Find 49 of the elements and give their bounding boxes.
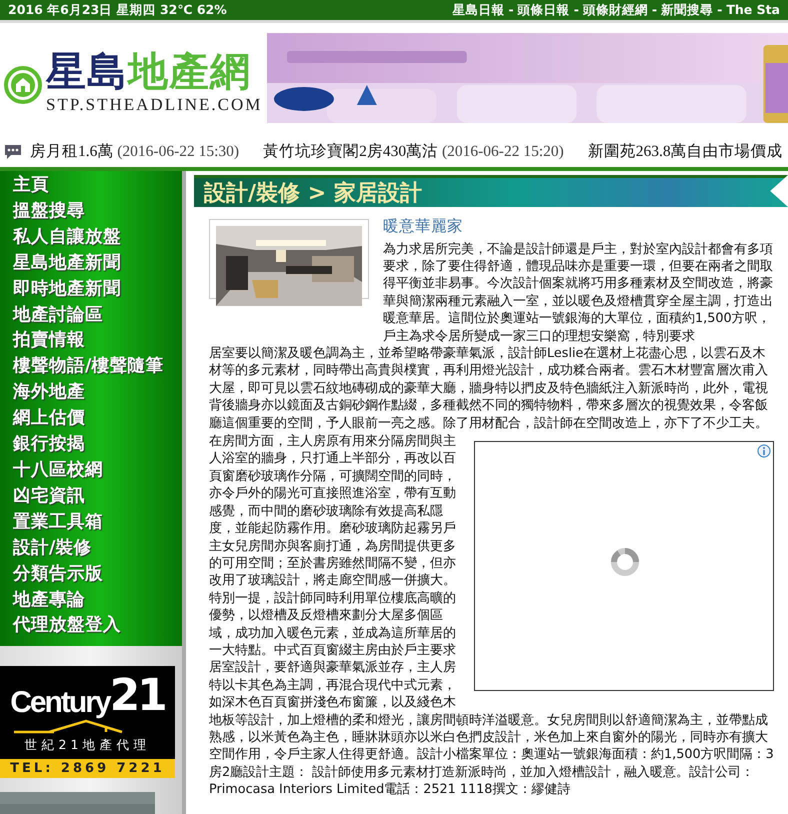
sidebar-link[interactable]: 凶宅資訊 — [0, 484, 182, 510]
century-ad-panel[interactable]: Century21 世紀21地產代理 TEL: 2869 7221 — [0, 666, 175, 778]
brand-number-text: 21 — [110, 674, 165, 718]
sidebar-link[interactable]: 代理放盤登入 — [0, 613, 182, 640]
brand-name-text: Century — [10, 688, 110, 718]
site-logo-title[interactable]: 星島地產網 — [46, 52, 262, 92]
sidebar-link[interactable]: 網上估價 — [0, 406, 182, 432]
article-text: 在房間方面，主人房原有用來分隔房間與主人浴室的牆身，只打通上半部分，再改以百頁窗磨砂玻璃作分隔，可擴闊空間的同時，亦令戶外的陽光可直接照進浴室，帶有互動感覺，而中間的磨砂玻璃除有效提高私隱度，並能起防霧作用。磨砂玻璃防起霧另戶主女兒房間亦與客廁打通，為房間提供更多的可用空間；至於書房雖然間隔不變，但亦改用了玻璃設計，將走廊空間感一併擴大。特別一提，設計師同時利用單位樓底高曠的優勢，以燈槽及反燈槽來劃分大屋多個區域，成功加入暖色元素，並成為這所華居的一大特點。中式百頁窗綴主房由於戶主要求居室設計，要舒適與豪華氣派並存，主人房特以卡其色為主調，再混合現代中式元素，如深木色百頁窗拼淺色布窗簾，以及綫色木 — [209, 433, 457, 712]
separator-text: - — [652, 0, 658, 19]
article-text: 居室要以簡潔及暖色調為主，並希望略帶豪華氣派，設計師Leslie在選材上花盡心思，以雲石及木材等的多元素材，同時帶出高貴與樸實，再利用燈光設計，成功糅合兩者。雲石木材豐富層次甫入大屋，即可見以雲石紋地磚砌成的豪華大廳，牆身特以捫皮及特色牆紙注入新派時尚，此外，電視背後牆身亦以鏡面及古銅砂鋼作點綴，多種截然不同的獨特物料，帶來多層次的視覺效果，令客飯廳這個重要的空間，予人眼前一亮之感。除了用材配合，設計師在空間改造上，亦下了不少工夫。 — [209, 345, 769, 432]
ticker-item[interactable]: 新圍苑263.8萬自由市場價成 — [588, 140, 783, 164]
header-link[interactable]: 新聞搜尋 — [661, 0, 714, 20]
header-link[interactable]: 頭條日報 — [518, 0, 570, 20]
ticker-item[interactable]: 黃竹坑珍寶閣2房430萬沽 (2016-06-22 15:20) — [263, 140, 564, 164]
separator-text: - — [717, 0, 722, 19]
sidebar-link[interactable]: 即時地產新聞 — [0, 276, 182, 303]
article-title: 暖意華麗家 — [383, 217, 464, 236]
sidebar-link[interactable]: 地產專論 — [0, 588, 182, 614]
phone-text: TEL: 2869 7221 — [0, 758, 175, 778]
roof-icon — [14, 718, 124, 734]
header-link[interactable]: 星島日報 — [452, 0, 505, 20]
date-weather-text: 2016 年6月23日 星期四 32℃ 62% — [8, 0, 227, 19]
site-url-text: STP.STHEADLINE.COM — [46, 94, 262, 116]
header-link[interactable]: The Sta — [726, 0, 780, 20]
info-icon[interactable] — [757, 444, 771, 458]
section-header-banner: 設計/裝修 > 家居設計 — [194, 175, 788, 207]
sidebar-link[interactable]: 地產討論區 — [0, 302, 182, 328]
sidebar-link[interactable]: 設計/裝修 — [0, 536, 182, 562]
article-text: 地板等設計，加上燈槽的柔和燈光，讓房間頓時洋溢暖意。女兒房間則以舒適簡潔為主，並帶點成熟感，以米黃色為主色，睡牀牀頭亦以米白色捫皮設計，米色加上來自窗外的陽光，同時亦有擴大空間作用，令戶主家人住得更舒適。設計小檔案單位：奧運站一號銀海面積：約1,500方呎間隔：3房2廳設計主題： 設計師使用多元素材打造新派時尚，並加入燈槽設計，融入暖意。設計公司：Primocasa Interiors Limited電話：2521 1118撰文：繆健詩 — [209, 712, 774, 799]
sidebar-link[interactable]: 私人自讓放盤 — [0, 224, 182, 251]
sidebar-link[interactable]: 海外地產 — [0, 380, 182, 406]
sidebar-link[interactable]: 搵盤搜尋 — [0, 198, 182, 225]
chat-icon — [4, 144, 22, 160]
loading-icon — [610, 547, 640, 578]
house-logo-icon — [4, 66, 42, 104]
sidebar-link[interactable]: 銀行按揭 — [0, 432, 182, 458]
sidebar-link[interactable]: 拍賣情報 — [0, 328, 182, 354]
ticker-item[interactable]: 房月租1.6萬 (2016-06-22 15:30) — [30, 140, 240, 164]
sidebar-link[interactable]: 置業工具箱 — [0, 510, 182, 536]
separator-text: - — [574, 0, 579, 19]
article-text: 為力求居所完美，不論是設計師還是戶主，對於室內設計都會有多項要求，除了要住得舒適，體現品味亦是重要一環，但要在兩者之間取得平衡並非易事。今次設計個案就將巧用多種素材及空間改造，將豪華與簡潔兩種元素融入一室，並以暖色及燈槽貫穿全屋主調，打造出暖意華居。這間位於奧運站一號銀海的大單位，面積約1,500方呎，戶主為求令居所變成一家三口的理想安樂窩，特別要求 — [383, 240, 774, 346]
sidebar-link[interactable]: 分類告示版 — [0, 562, 182, 588]
sidebar-link[interactable]: 十八區校網 — [0, 458, 182, 484]
agency-name-text: 世紀21地產代理 — [24, 736, 152, 754]
sidebar-link[interactable]: 樓聲物語/樓聲隨筆 — [0, 354, 182, 380]
sidebar-link[interactable]: 星島地產新聞 — [0, 250, 182, 277]
sidebar-link[interactable]: 主頁 — [0, 173, 182, 199]
header-link[interactable]: 頭條財經網 — [582, 0, 648, 20]
separator-text: - — [508, 0, 514, 19]
